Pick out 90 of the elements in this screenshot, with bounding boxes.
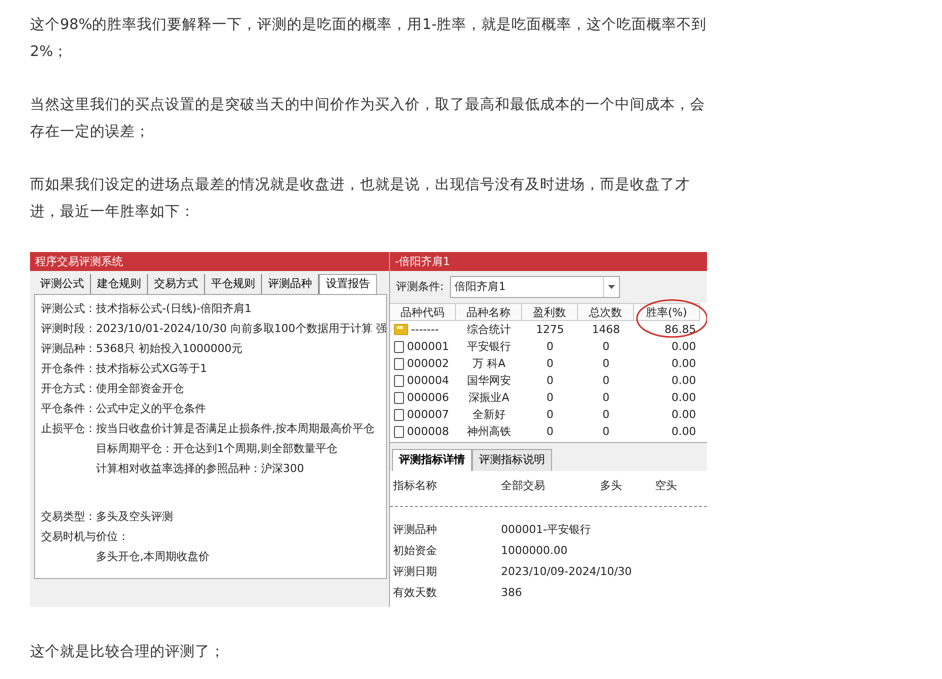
setting-label: 评测品种： <box>41 340 96 356</box>
table-cell-text: 0.00 <box>670 390 697 406</box>
table-cell-text: 深振业A <box>468 390 510 406</box>
paragraph: 这个98%的胜率我们要解释一下，评测的是吃面的概率，用1-胜率，就是吃面概率，这个吃面概率不到2%； <box>30 16 708 62</box>
column-header[interactable]: 品种名称 <box>456 303 522 321</box>
table-cell-text: 0 <box>602 407 610 423</box>
tab[interactable]: 评测指标详情 <box>392 449 472 470</box>
setting-value: 计算相对收益率选择的参照品种：沪深300 <box>96 460 304 476</box>
table-cell-text: 000002 <box>407 356 449 372</box>
column-header: 全部交易 <box>501 478 546 494</box>
table-cell-text: 0 <box>602 356 610 372</box>
tab[interactable]: 设置报告 <box>319 274 377 294</box>
table-cell-text: 1468 <box>591 322 621 338</box>
table-cell-text: 0 <box>546 424 554 440</box>
table-cell-text: 1000000.00 <box>501 542 568 558</box>
column-header: 多头 <box>599 478 623 494</box>
table-cell-text: 0 <box>546 356 554 372</box>
document-icon <box>394 340 404 352</box>
setting-label: 止损平仓： <box>41 420 96 436</box>
document-icon <box>394 392 404 404</box>
table-cell-text: 综合统计 <box>466 322 512 338</box>
table-cell-text: 0.00 <box>670 339 697 355</box>
column-header[interactable]: 品种代码 <box>390 303 456 321</box>
table-cell-text: 0 <box>546 339 554 355</box>
setting-value: 技术指标公式XG等于1 <box>96 360 208 376</box>
table-cell-text: 86.85 <box>664 322 697 338</box>
table-cell-text: 000001 <box>407 339 449 355</box>
table-cell-text: 000008 <box>407 424 449 440</box>
window-title: -倍阳齐肩1 <box>390 252 707 271</box>
setting-label: 平仓条件： <box>41 400 96 416</box>
document-icon <box>394 374 404 386</box>
dropdown[interactable]: 倍阳齐肩1 <box>450 276 620 298</box>
table-cell-text: 0 <box>546 407 554 423</box>
paragraph: 而如果我们设定的进场点最差的情况就是收盘进，也就是说，出现信号没有及时进场，而是收盘了才进，最近一年胜率如下： <box>30 176 691 222</box>
paragraph: 当然这里我们的买点设置的是突破当天的中间价作为买入价，取了最高和最低成本的一个中间成本，会存在一定的误差； <box>30 96 706 142</box>
table-cell-text: 0 <box>546 390 554 406</box>
setting-label: 开仓条件： <box>41 360 96 376</box>
table-cell-text: 评测品种 <box>393 522 438 538</box>
table-cell-text: 评测日期 <box>393 564 438 580</box>
table-cell-text: 000004 <box>407 373 449 389</box>
setting-value: 使用全部资金开仓 <box>96 380 184 396</box>
column-header: 指标名称 <box>393 478 438 494</box>
setting-label: 评测时段： <box>41 320 96 336</box>
setting-value: 技术指标公式-(日线)-倍阳齐肩1 <box>96 300 252 316</box>
table-cell-text: 万 科A <box>471 356 507 372</box>
setting-label: 评测公式： <box>41 300 96 316</box>
setting-value: 公式中定义的平仓条件 <box>96 400 206 416</box>
setting-value: 多头开仓,本周期收盘价 <box>96 548 210 564</box>
table-cell-text: 0 <box>602 373 610 389</box>
table-cell-text: 神州高铁 <box>466 424 512 440</box>
column-header[interactable]: 总次数 <box>578 303 634 321</box>
table-cell-text: 有效天数 <box>393 584 438 600</box>
setting-label: 交易时机与价位： <box>41 528 129 544</box>
table-cell-text: 000001-平安银行 <box>501 522 591 538</box>
column-header: 空头 <box>654 478 678 494</box>
setting-label: 开仓方式： <box>41 380 96 396</box>
table-cell-text: 2023/10/09-2024/10/30 <box>501 564 632 580</box>
table-cell-text: 0 <box>546 373 554 389</box>
table-cell-text: 0 <box>602 390 610 406</box>
field-label: 评测条件: <box>396 278 444 295</box>
table-cell-text: 000007 <box>407 407 449 423</box>
table-cell-text: 000006 <box>407 390 449 406</box>
caret-icon <box>608 285 615 289</box>
setting-value: 目标周期平仓：开仓达到1个周期,则全部数量平仓 <box>96 440 338 456</box>
table-cell-text: 0 <box>602 424 610 440</box>
table-cell-text: 0.00 <box>670 373 697 389</box>
table-cell-text: 初始资金 <box>393 542 438 558</box>
table-cell-text: 386 <box>501 584 522 600</box>
setting-value: 5368只 初始投入1000000元 <box>96 340 242 356</box>
column-header[interactable]: 胜率(%) <box>634 303 700 321</box>
table-cell-text: 0.00 <box>670 424 697 440</box>
table-cell-text: 全新好 <box>472 407 506 423</box>
window-title: 程序交易评测系统 <box>30 252 389 271</box>
document-icon <box>394 426 404 438</box>
column-header[interactable]: 盈利数 <box>522 303 578 321</box>
table-cell-text: 0.00 <box>670 356 697 372</box>
table-cell-text: ------- <box>411 322 439 338</box>
folder-icon <box>394 324 408 335</box>
paragraph: 这个就是比较合理的评测了； <box>30 643 226 662</box>
setting-value: 多头及空头评测 <box>96 508 173 524</box>
setting-value: 按当日收盘价计算是否满足止损条件,按本周期最高价平仓 <box>96 420 374 436</box>
table-cell-text: 1275 <box>535 322 565 338</box>
setting-label: 交易类型： <box>41 508 96 524</box>
table-cell-text: 国华网安 <box>466 373 512 389</box>
table-cell-text: 0.00 <box>670 407 697 423</box>
table-cell-text: 平安银行 <box>466 339 512 355</box>
document-icon <box>394 358 404 370</box>
tab[interactable]: 评测指标说明 <box>472 449 552 470</box>
document-icon <box>394 408 404 420</box>
table-cell-text: 0 <box>602 339 610 355</box>
